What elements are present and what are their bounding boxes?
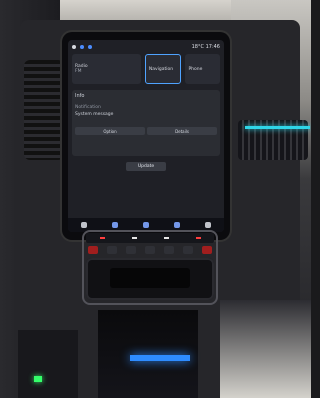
hw-button-4[interactable] — [164, 246, 174, 254]
fan-icon[interactable] — [142, 222, 149, 228]
lower-left-area — [18, 330, 78, 398]
radio-card[interactable]: Radio FM — [72, 54, 141, 84]
hw-button-3[interactable] — [145, 246, 155, 254]
infotainment-screen[interactable]: 18°C 17:46 Radio FM Navigation Phone Inf… — [68, 40, 224, 232]
notification-panel: Info Notification System message Option … — [72, 90, 220, 156]
apps-icon[interactable] — [205, 222, 212, 228]
center-console — [98, 310, 198, 398]
hw-button-6[interactable] — [202, 246, 212, 254]
panel-text: System message — [75, 112, 114, 117]
phone-title: Phone — [188, 66, 203, 72]
status-led — [131, 237, 137, 239]
hw-button-5[interactable] — [183, 246, 193, 254]
details-button[interactable]: Details — [147, 127, 217, 135]
bluetooth-icon — [88, 45, 92, 49]
phone-card[interactable]: Phone — [185, 54, 221, 84]
hardware-indicator-strip — [86, 233, 214, 243]
status-right: 18°C 17:46 — [192, 44, 220, 50]
status-bar: 18°C 17:46 — [68, 40, 224, 54]
panel-subtitle: Notification — [75, 105, 101, 110]
radio-sub: FM — [75, 69, 82, 74]
ambient-light-strip — [245, 126, 310, 129]
user-icon[interactable] — [72, 45, 76, 49]
panel-actions: Option Details — [75, 127, 217, 135]
car-interior-photo: 18°C 17:46 Radio FM Navigation Phone Inf… — [0, 0, 311, 398]
home-icon[interactable] — [80, 222, 87, 228]
panel-title: Info — [75, 93, 85, 99]
green-indicator-led — [34, 376, 42, 382]
status-temp: 18°C — [191, 44, 204, 50]
storage-cubby — [86, 258, 214, 300]
passenger-seat — [220, 300, 311, 398]
top-cards: Radio FM Navigation Phone — [68, 54, 224, 84]
console-ambient-light — [130, 355, 190, 361]
option-button[interactable]: Option — [75, 127, 145, 135]
hw-button-1[interactable] — [107, 246, 117, 254]
navigation-card[interactable]: Navigation — [144, 54, 182, 84]
wifi-icon — [80, 45, 84, 49]
status-icons — [72, 45, 92, 49]
hazard-button[interactable] — [88, 246, 98, 254]
update-button[interactable]: Update — [126, 162, 166, 171]
hw-button-2[interactable] — [126, 246, 136, 254]
climate-icon[interactable] — [111, 222, 118, 228]
defrost-led — [99, 237, 105, 239]
hardware-button-row — [88, 246, 212, 256]
navigation-title: Navigation — [148, 66, 174, 72]
seat-heat-icon[interactable] — [174, 222, 181, 228]
status-time: 17:46 — [205, 44, 220, 50]
phone-slot — [110, 268, 190, 288]
status-led-2 — [163, 237, 169, 239]
hazard-led — [195, 237, 201, 239]
left-air-vent — [24, 60, 64, 160]
